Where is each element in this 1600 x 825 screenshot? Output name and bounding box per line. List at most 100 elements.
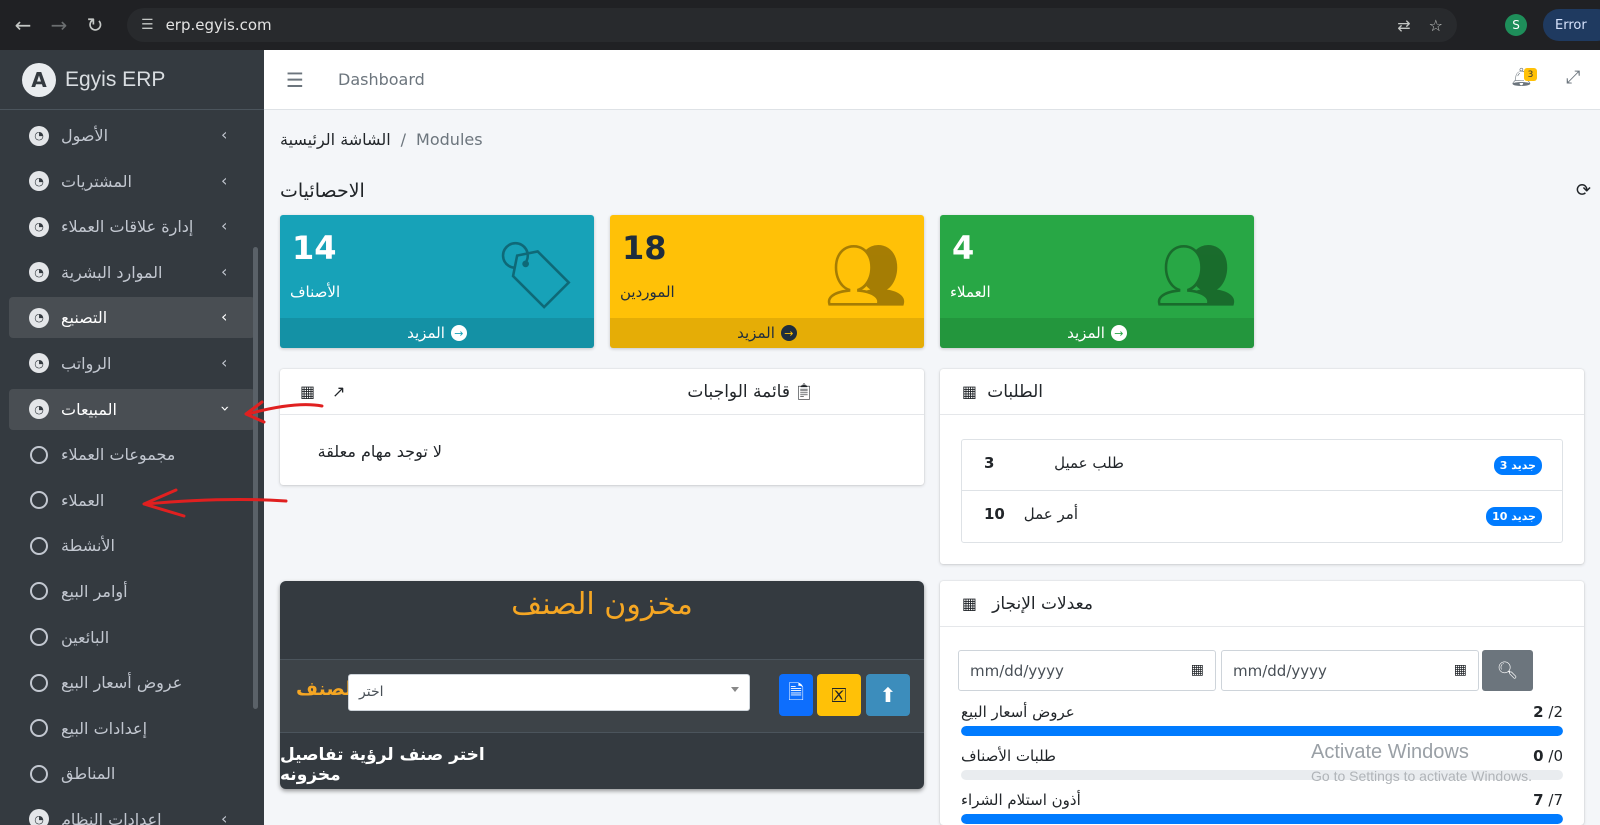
progress-count: 0 /0: [1533, 747, 1563, 765]
sidebar-item-label: التصنيع: [61, 308, 108, 328]
sidebar-scrollbar[interactable]: [253, 247, 258, 709]
sidebar-subitem-label: العملاء: [61, 490, 105, 510]
circle-icon: [30, 582, 48, 601]
progress-count: 2 /2: [1533, 703, 1563, 721]
date-placeholder: mm/dd/yyyy: [1233, 661, 1327, 680]
progress-row: عروض أسعار البيع 2 /2: [961, 703, 1563, 743]
calendar-icon[interactable]: ▦: [1191, 662, 1204, 678]
sidebar-subitem-customer-groups[interactable]: مجموعات العملاء: [9, 434, 255, 475]
sidebar-subitem-sales-settings[interactable]: إعدادات البيع: [9, 708, 255, 749]
progress-total: /0: [1548, 747, 1563, 765]
sidebar-item-purchases[interactable]: ◔ المشتريات ‹: [9, 161, 255, 202]
sidebar-subitem-label: الأنشطة: [61, 536, 115, 556]
fullscreen-icon[interactable]: ⤢: [1566, 67, 1580, 88]
sidebar-item-assets[interactable]: ◔ الأصول ‹: [9, 115, 255, 156]
breadcrumb-separator: /: [400, 130, 407, 149]
card-header: ▦ ↗ قائمة الواجبات 📋︎: [280, 369, 924, 415]
stock-hint: اختر صنف لرؤية تفاصيل مخزونه: [280, 745, 485, 785]
chevron-left-icon: ‹: [221, 125, 228, 144]
list-item[interactable]: جديد 10 أمر عمل 10: [962, 491, 1562, 542]
external-link-icon[interactable]: ↗: [332, 382, 345, 401]
circle-icon: [30, 764, 48, 783]
chevron-left-icon: ‹: [221, 307, 228, 327]
windows-watermark-title: Activate Windows: [1311, 741, 1469, 763]
sidebar-item-manufacturing[interactable]: ◔ التصنيع ‹: [9, 297, 255, 339]
calendar-icon[interactable]: ▦: [300, 382, 315, 401]
site-settings-icon[interactable]: ☰: [141, 17, 154, 33]
nav-link-dashboard[interactable]: Dashboard: [338, 70, 425, 89]
sidebar-subitem-customers[interactable]: العملاء: [9, 480, 255, 521]
sidebar-subitem-sales-quotes[interactable]: عروض أسعار البيع: [9, 662, 255, 703]
requests-list: جديد 3 طلب عميل 3 جديد 10 أمر عمل 10: [961, 439, 1563, 543]
search-button[interactable]: 🔍︎: [1482, 650, 1533, 691]
calendar-icon[interactable]: ▦: [1454, 662, 1467, 678]
date-from-input[interactable]: mm/dd/yyyy ▦: [958, 650, 1216, 691]
progress-count: 7 /7: [1533, 791, 1563, 809]
sidebar-subitem-activities[interactable]: الأنشطة: [9, 525, 255, 566]
breadcrumb-home[interactable]: الشاشة الرئيسية: [280, 130, 391, 149]
top-navbar: ☰ Dashboard 🔔︎ 3 ⤢: [264, 50, 1600, 110]
forward-icon[interactable]: →: [41, 7, 77, 43]
progress-total: /2: [1548, 703, 1563, 721]
sidebar-item-payroll[interactable]: ◔ الرواتب ‹: [9, 343, 255, 384]
stat-label: العملاء: [950, 283, 991, 301]
gauge-icon: ◔: [29, 171, 49, 192]
gauge-icon: ◔: [29, 809, 49, 825]
url-text: erp.egyis.com: [165, 16, 272, 34]
users-icon: 👥︎: [1154, 237, 1238, 314]
sidebar-subitem-sellers[interactable]: البائعين: [9, 617, 255, 658]
arrow-circle-right-icon: →: [450, 325, 467, 341]
sidebar-item-label: إعدادات النظام: [61, 809, 162, 825]
progress-row: أذون استلام الشراء 7 /7: [961, 791, 1563, 825]
hamburger-menu-icon[interactable]: ☰: [286, 68, 304, 92]
browser-chrome: ← → ↻ ☰ erp.egyis.com ⇄ ☆ S Error: [0, 0, 1600, 50]
sidebar-subitem-sales-orders[interactable]: أوامر البيع: [9, 571, 255, 612]
address-bar[interactable]: ☰ erp.egyis.com ⇄ ☆: [127, 8, 1457, 42]
document-button[interactable]: 🗎: [779, 674, 813, 716]
brand-logo-icon: A: [22, 62, 56, 97]
progress-done: 2: [1533, 703, 1544, 721]
sidebar-item-sales[interactable]: ◔ المبيعات ‹: [9, 388, 255, 430]
excel-export-button[interactable]: 🗵: [817, 674, 861, 716]
table-icon: ▦: [961, 382, 977, 401]
bookmark-star-icon[interactable]: ☆: [1429, 16, 1443, 35]
stat-more-link[interactable]: المزيد →: [280, 318, 594, 348]
sidebar-subitem-regions[interactable]: المناطق: [9, 753, 255, 794]
card-header: الطلبات ▦: [940, 369, 1584, 415]
item-stock-card: مخزون الصنف الصنف اختر 🗎 🗵 ⬆ اختر صنف لر…: [280, 581, 924, 789]
profile-avatar[interactable]: S: [1505, 14, 1527, 36]
item-select[interactable]: اختر: [348, 674, 750, 711]
error-button[interactable]: Error: [1543, 9, 1600, 41]
refresh-icon[interactable]: ⟳: [1576, 180, 1591, 201]
progress-fill: [961, 726, 1563, 736]
sidebar-item-crm[interactable]: ◔ إدارة علاقات العملاء ‹: [9, 206, 255, 247]
breadcrumb-current: Modules: [416, 130, 483, 149]
brand-link[interactable]: A Egyis ERP: [0, 50, 264, 110]
request-count: 3: [984, 454, 995, 472]
chevron-left-icon: ‹: [221, 216, 228, 236]
sidebar-item-label: إدارة علاقات العملاء: [61, 217, 194, 237]
stat-more-link[interactable]: المزيد →: [610, 318, 924, 348]
sidebar-subitem-label: مجموعات العملاء: [61, 445, 176, 465]
reload-icon[interactable]: ↻: [77, 7, 113, 43]
date-to-input[interactable]: mm/dd/yyyy ▦: [1221, 650, 1479, 691]
stat-box-customers: 4 العملاء 👥︎ المزيد →: [940, 215, 1254, 348]
more-label: المزيد: [407, 324, 445, 342]
sidebar-subitem-label: عروض أسعار البيع: [61, 673, 183, 693]
sidebar-item-system-settings[interactable]: ◔ إعدادات النظام ‹: [9, 799, 255, 825]
upload-button[interactable]: ⬆: [866, 674, 910, 716]
gauge-icon: ◔: [29, 125, 49, 146]
requests-title: الطلبات: [987, 382, 1043, 402]
stat-label: الموردين: [620, 283, 675, 301]
request-text: أمر عمل: [1023, 505, 1078, 523]
back-icon[interactable]: ←: [5, 7, 41, 43]
chevron-left-icon: ‹: [221, 808, 228, 825]
stat-more-link[interactable]: المزيد →: [940, 318, 1254, 348]
sidebar-subitem-label: المناطق: [61, 764, 116, 784]
progress-fill: [961, 814, 1563, 824]
stats-title: الاحصائيات: [280, 180, 365, 202]
list-item[interactable]: جديد 3 طلب عميل 3: [962, 440, 1562, 491]
translate-icon[interactable]: ⇄: [1397, 16, 1410, 35]
sidebar-item-hr[interactable]: ◔ الموارد البشرية ‹: [9, 252, 255, 293]
stat-box-suppliers: 18 الموردين 👥︎ المزيد →: [610, 215, 924, 348]
